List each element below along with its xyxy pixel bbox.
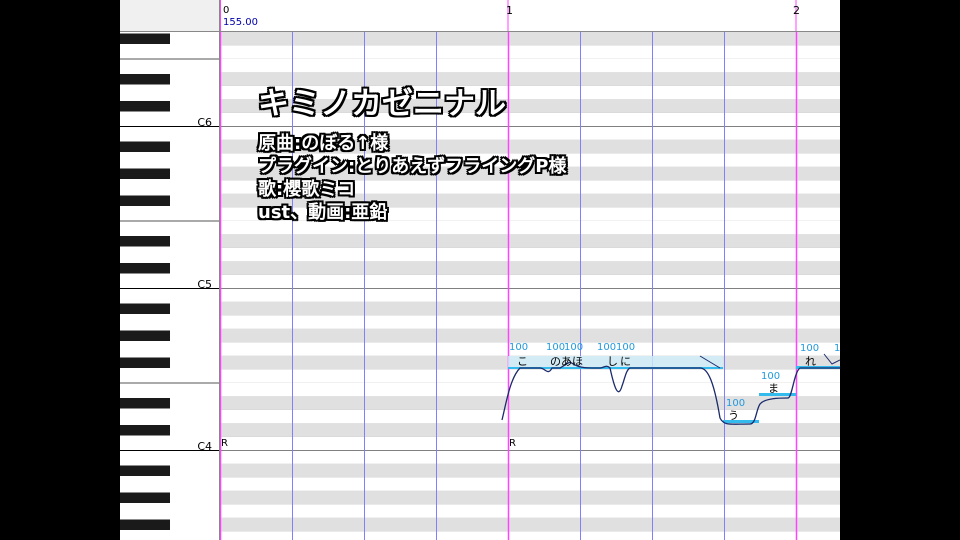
note-lyric[interactable]: のあ [550,355,572,368]
piano-roll-editor: C6 C5 C4 0 155.00 1 2 100 100 100 100 10… [120,0,840,540]
black-key[interactable] [120,303,170,315]
grid-row [220,342,840,356]
measure-number-1: 1 [506,4,513,17]
ruler-canvas[interactable]: 0 155.00 1 2 [220,0,840,31]
credit-original-song: 原曲:のぼる↑様 [258,133,389,154]
grid-row [220,302,840,316]
note-intensity-label: 1 [834,343,840,354]
grid-row [220,464,840,478]
measure-number-2: 2 [793,4,800,17]
grid-row [220,383,840,397]
piano-keyboard[interactable]: C6 C5 C4 [120,32,220,540]
black-key[interactable] [120,74,170,85]
black-key[interactable] [120,263,170,274]
note-lyric[interactable]: こ [517,355,528,368]
credit-plugin: プラグイン:とりあえずフライングP様 [258,156,567,177]
credit-vocal: 歌:櫻歌ミコ [258,179,356,200]
rest-marker[interactable]: R [221,438,228,449]
grid-row [220,32,840,46]
grid-row [220,59,840,73]
black-key[interactable] [120,519,170,531]
grid-row [220,369,840,383]
grid-row [220,437,840,451]
black-key[interactable] [120,33,170,45]
note-lyric[interactable]: ほ [572,355,583,368]
note-intensity-label: 100 [761,371,780,382]
grid-row [220,396,840,410]
tempo-label: 155.00 [223,17,258,28]
grid-row [220,504,840,518]
note-intensity-label: 100 [616,342,635,353]
black-key[interactable] [120,357,170,369]
note-intensity-label: 100 [597,342,616,353]
grid-row [220,423,840,437]
grid-row [220,275,840,289]
black-key[interactable] [120,168,170,180]
corner-panel [120,0,220,32]
octave-label-c4: C4 [197,440,212,453]
black-key[interactable] [120,492,170,504]
grid-row [220,329,840,343]
grid-row [220,450,840,464]
grid-row [220,45,840,59]
grid-row [220,518,840,532]
black-key[interactable] [120,425,170,436]
black-key[interactable] [120,141,170,153]
note-intensity-label: 100 [509,342,528,353]
grid-row [220,248,840,262]
grid-row [220,288,840,302]
note-lyric[interactable]: う [728,409,739,422]
black-key[interactable] [120,236,170,247]
grid-row [220,315,840,329]
credit-ust-video: ust、動画:亜鉛 [258,202,388,223]
octave-label-c5: C5 [197,278,212,291]
rest-marker[interactable]: R [509,438,516,449]
black-key[interactable] [120,465,170,477]
video-title-overlay: キミノカゼニナル [258,86,506,122]
note-lyric[interactable]: に [620,355,631,368]
black-key[interactable] [120,195,170,207]
octave-label-c6: C6 [197,116,212,129]
note-lyric[interactable]: れ [805,355,816,368]
note-lyric[interactable]: し [607,355,618,368]
note-lyric[interactable]: ま [768,382,779,395]
measure-ruler[interactable]: 0 155.00 1 2 [220,0,840,32]
note-intensity-label: 100 [800,343,819,354]
black-key[interactable] [120,398,170,409]
black-key[interactable] [120,101,170,112]
grid-row [220,261,840,275]
black-key[interactable] [120,330,170,342]
grid-row [220,531,840,540]
grid-row [220,234,840,248]
grid-row [220,477,840,491]
note-intensity-label: 100 [546,342,565,353]
keyboard-canvas[interactable]: C6 C5 C4 [120,32,219,540]
note-intensity-label: 100 [726,398,745,409]
credits-overlay: 原曲:のぼる↑様 プラグイン:とりあえずフライングP様 歌:櫻歌ミコ ust、動… [258,132,566,224]
grid-row [220,491,840,505]
note-intensity-label: 100 [564,342,583,353]
measure-number-0: 0 [223,5,229,16]
